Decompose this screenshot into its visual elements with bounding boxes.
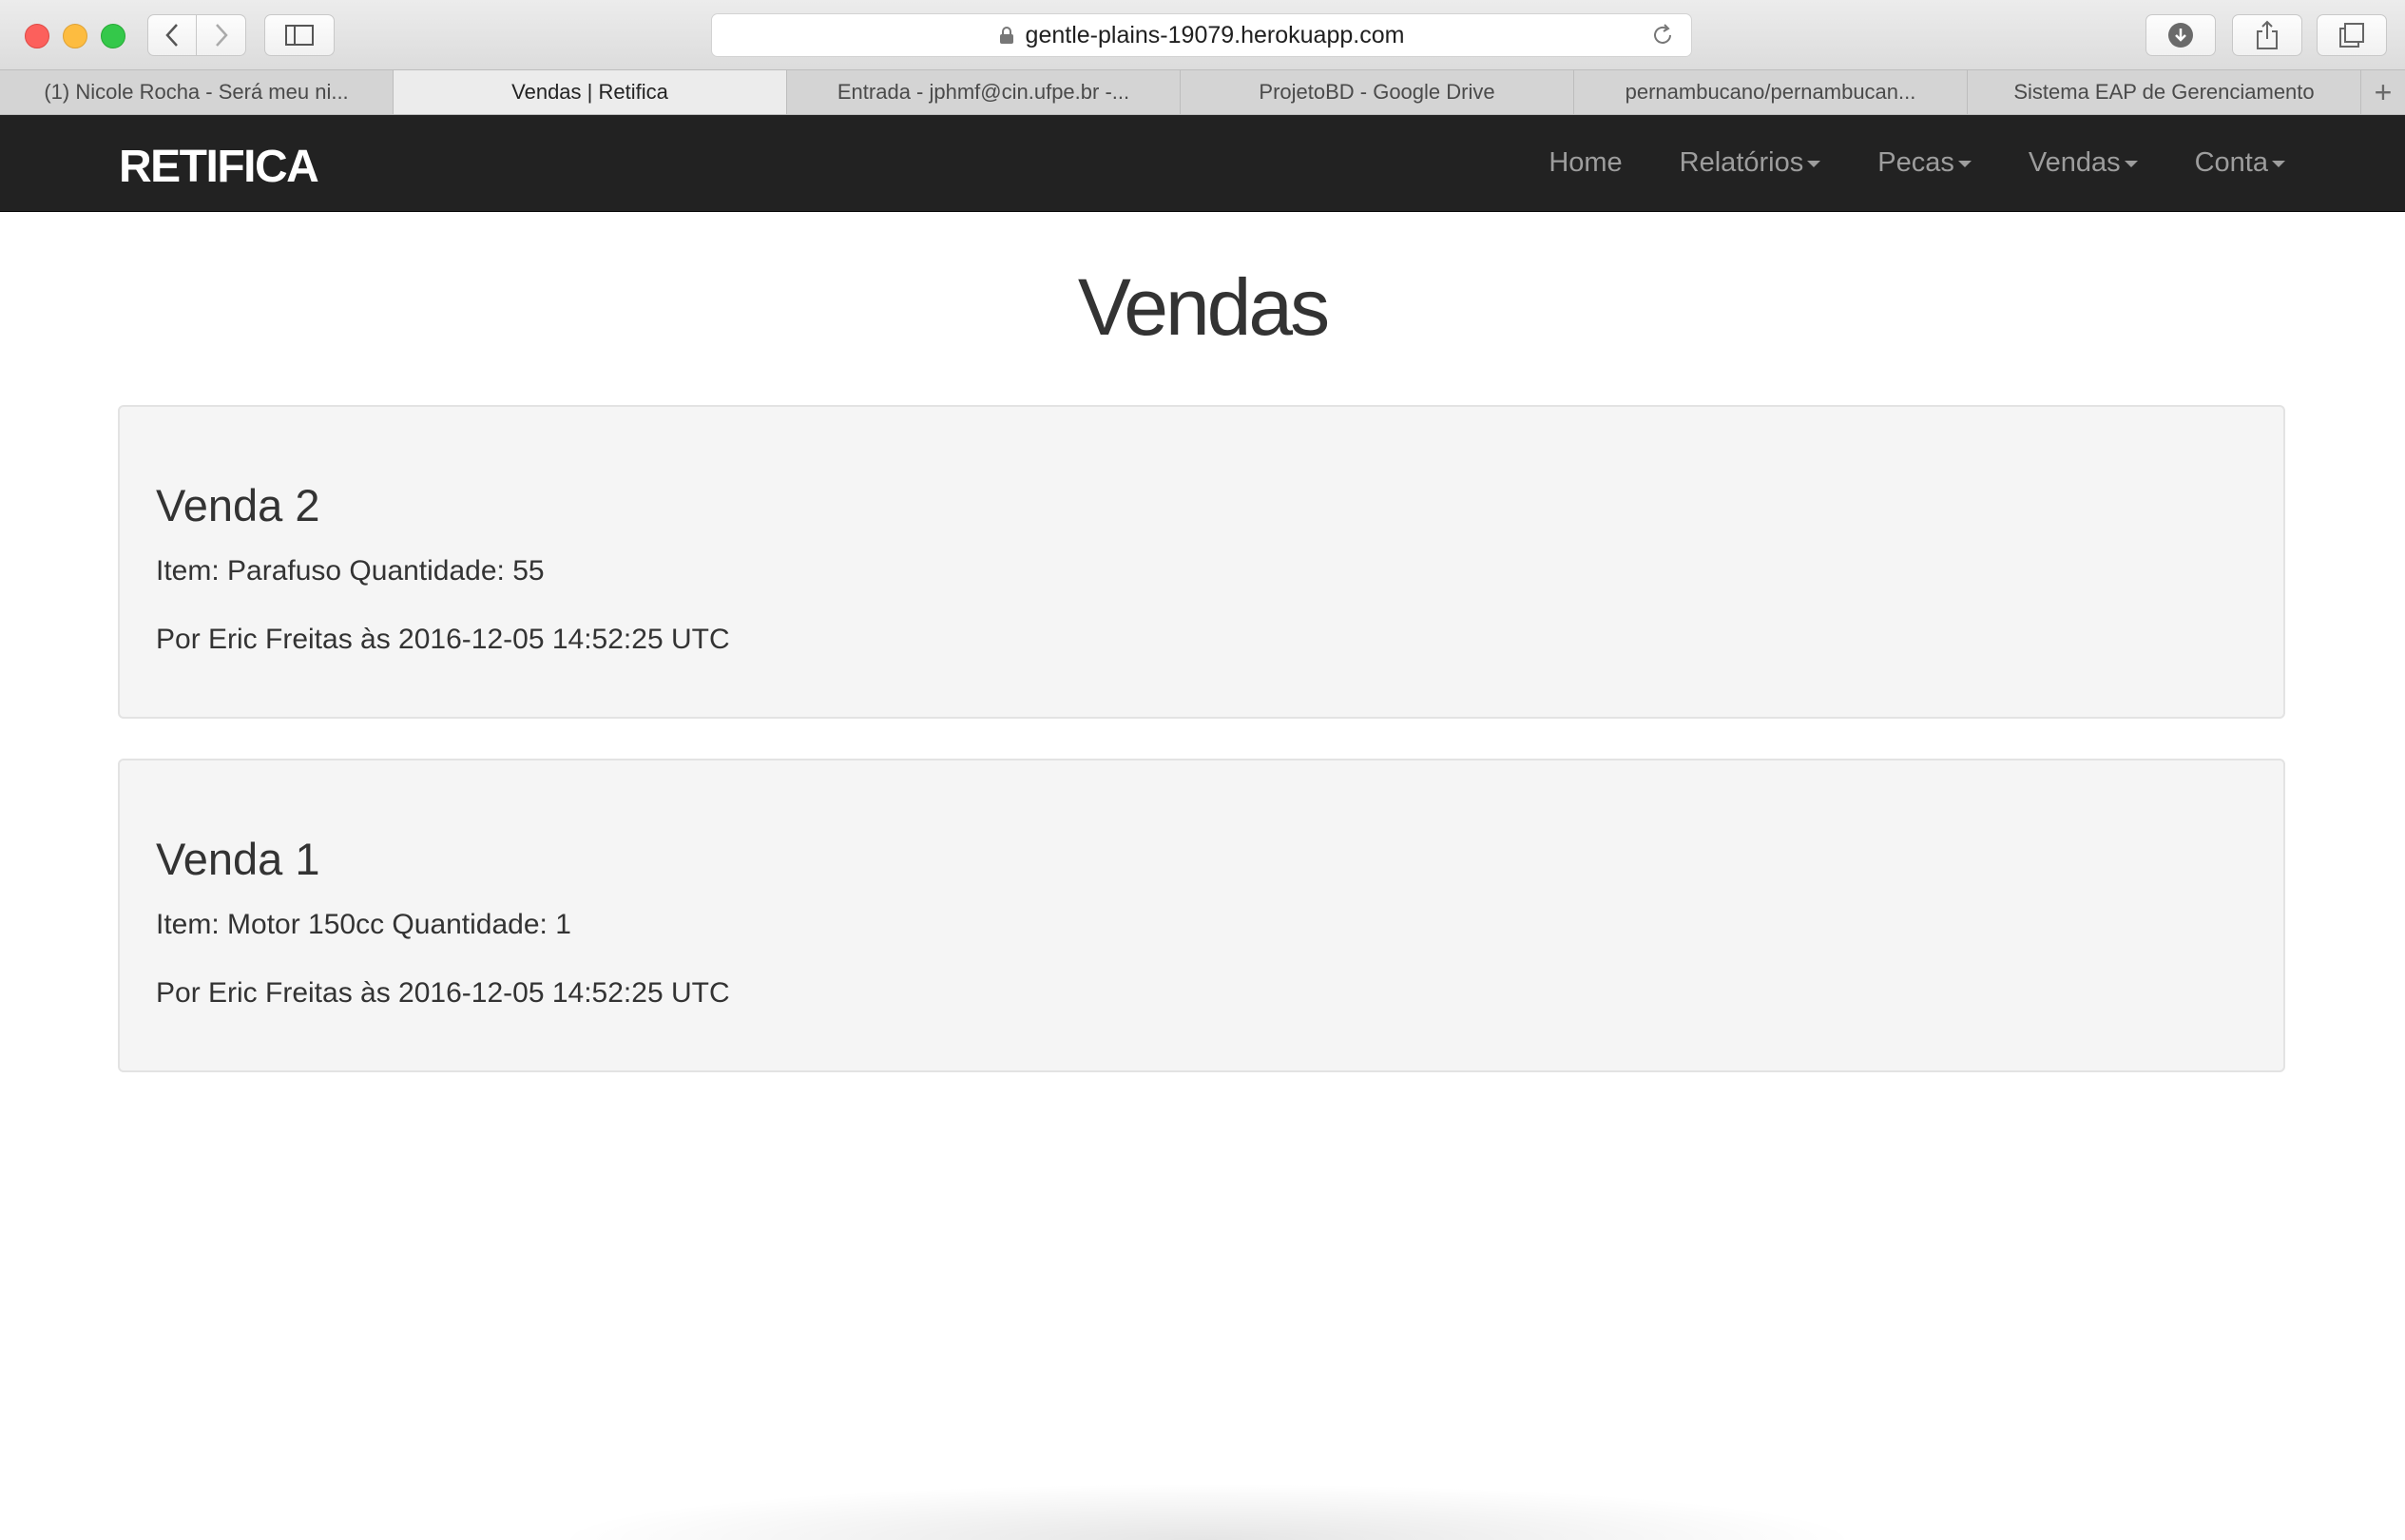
sale-item-text: Item: Parafuso Quantidade: 55 <box>156 555 545 587</box>
new-tab-button[interactable]: + <box>2361 70 2405 114</box>
browser-tab[interactable]: (1) Nicole Rocha - Será meu ni... <box>0 70 394 114</box>
nav-pecas-label: Pecas <box>1877 147 1954 178</box>
site-navbar: RETIFICA Home Relatórios Pecas Vendas Co… <box>0 115 2405 212</box>
address-bar[interactable]: gentle-plains-19079.herokuapp.com <box>711 13 1692 57</box>
browser-tab[interactable]: ProjetoBD - Google Drive <box>1181 70 1574 114</box>
share-icon <box>2257 20 2278 49</box>
reload-icon[interactable] <box>1649 22 1676 55</box>
chevron-right-icon <box>215 24 228 47</box>
nav-vendas-label: Vendas <box>2028 147 2121 178</box>
nav-vendas-dropdown[interactable]: Vendas <box>2029 147 2138 179</box>
nav-home[interactable]: Home <box>1549 147 1622 179</box>
nav-conta-label: Conta <box>2194 147 2268 178</box>
tab-bar: (1) Nicole Rocha - Será meu ni... Vendas… <box>0 69 2405 115</box>
back-button[interactable] <box>147 14 197 56</box>
sale-item-text: Item: Motor 150cc Quantidade: 1 <box>156 909 571 940</box>
download-icon <box>2168 23 2193 48</box>
sale-meta-text: Por Eric Freitas às 2016-12-05 14:52:25 … <box>156 624 730 655</box>
close-window-button[interactable] <box>25 24 49 48</box>
nav-relatorios-label: Relatórios <box>1679 147 1804 178</box>
sale-title: Venda 2 <box>156 480 320 530</box>
minimize-window-button[interactable] <box>63 24 87 48</box>
browser-tab-active[interactable]: Vendas | Retifica <box>394 70 787 114</box>
forward-button[interactable] <box>197 14 246 56</box>
sidebar-toggle-button[interactable] <box>264 14 335 56</box>
sale-card: Venda 1 Item: Motor 150cc Quantidade: 1 … <box>118 759 2285 1072</box>
chevron-left-icon <box>165 24 178 47</box>
browser-toolbar: gentle-plains-19079.herokuapp.com <box>0 0 2405 69</box>
browser-tab[interactable]: Sistema EAP de Gerenciamento <box>1968 70 2361 114</box>
caret-down-icon <box>1807 161 1821 167</box>
nav-conta-dropdown[interactable]: Conta <box>2195 147 2285 179</box>
zoom-window-button[interactable] <box>101 24 125 48</box>
brand-logo[interactable]: RETIFICA <box>119 141 319 193</box>
show-tabs-button[interactable] <box>2317 14 2387 56</box>
sale-meta-text: Por Eric Freitas às 2016-12-05 14:52:25 … <box>156 977 730 1009</box>
browser-tab[interactable]: pernambucano/pernambucan... <box>1574 70 1968 114</box>
tabs-icon <box>2339 23 2364 48</box>
nav-home-label: Home <box>1549 147 1623 178</box>
sale-card: Venda 2 Item: Parafuso Quantidade: 55 Po… <box>118 405 2285 719</box>
browser-tab[interactable]: Entrada - jphmf@cin.ufpe.br -... <box>787 70 1181 114</box>
caret-down-icon <box>2124 161 2138 167</box>
caret-down-icon <box>1957 161 1972 167</box>
downloads-button[interactable] <box>2145 14 2216 56</box>
share-button[interactable] <box>2232 14 2302 56</box>
nav-pecas-dropdown[interactable]: Pecas <box>1877 147 1972 179</box>
nav-links: Home Relatórios Pecas Vendas Conta <box>1549 115 2285 211</box>
address-url: gentle-plains-19079.herokuapp.com <box>1025 21 1405 48</box>
sidebar-icon <box>285 25 314 46</box>
bottom-shadow <box>551 1483 1863 1540</box>
lock-icon <box>999 26 1014 45</box>
sale-title: Venda 1 <box>156 834 320 884</box>
page-title: Vendas <box>1077 262 1330 352</box>
nav-relatorios-dropdown[interactable]: Relatórios <box>1680 147 1821 179</box>
caret-down-icon <box>2272 161 2285 167</box>
